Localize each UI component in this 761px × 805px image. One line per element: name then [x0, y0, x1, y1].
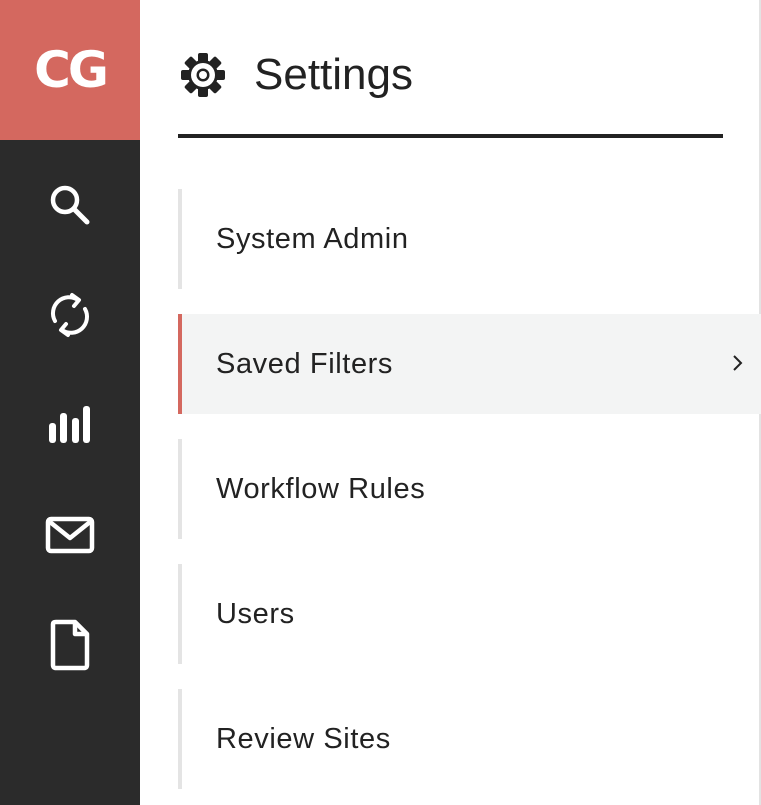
- settings-panel: Settings System Admin Saved Filters Work…: [140, 0, 761, 805]
- menu-item-label: Review Sites: [216, 722, 391, 755]
- icon-sidebar: CG: [0, 0, 140, 805]
- analytics-button[interactable]: [0, 380, 140, 470]
- settings-menu: System Admin Saved Filters Workflow Rule…: [178, 189, 761, 805]
- search-button[interactable]: [0, 160, 140, 250]
- menu-item-label: System Admin: [216, 222, 409, 255]
- settings-header: Settings: [178, 45, 413, 105]
- menu-item-saved-filters[interactable]: Saved Filters: [178, 314, 761, 414]
- sync-button[interactable]: [0, 270, 140, 360]
- chevron-right-icon: [733, 355, 743, 371]
- menu-item-workflow-rules[interactable]: Workflow Rules: [178, 439, 761, 539]
- logo-text: CG: [34, 41, 109, 99]
- mail-icon: [45, 516, 95, 554]
- app-logo[interactable]: CG: [0, 0, 140, 140]
- header-divider: [178, 134, 723, 138]
- menu-item-label: Saved Filters: [216, 347, 394, 380]
- menu-item-label: Users: [216, 597, 295, 630]
- document-button[interactable]: [0, 600, 140, 690]
- menu-item-label: Workflow Rules: [216, 472, 426, 505]
- menu-item-system-admin[interactable]: System Admin: [178, 189, 761, 289]
- menu-item-review-sites[interactable]: Review Sites: [178, 689, 761, 789]
- mail-button[interactable]: [0, 490, 140, 580]
- page-title: Settings: [254, 50, 413, 99]
- sync-icon: [51, 293, 89, 337]
- gear-icon: [181, 53, 225, 97]
- document-icon: [50, 619, 90, 671]
- menu-item-users[interactable]: Users: [178, 564, 761, 664]
- bar-chart-icon: [49, 406, 90, 443]
- search-icon: [50, 185, 90, 225]
